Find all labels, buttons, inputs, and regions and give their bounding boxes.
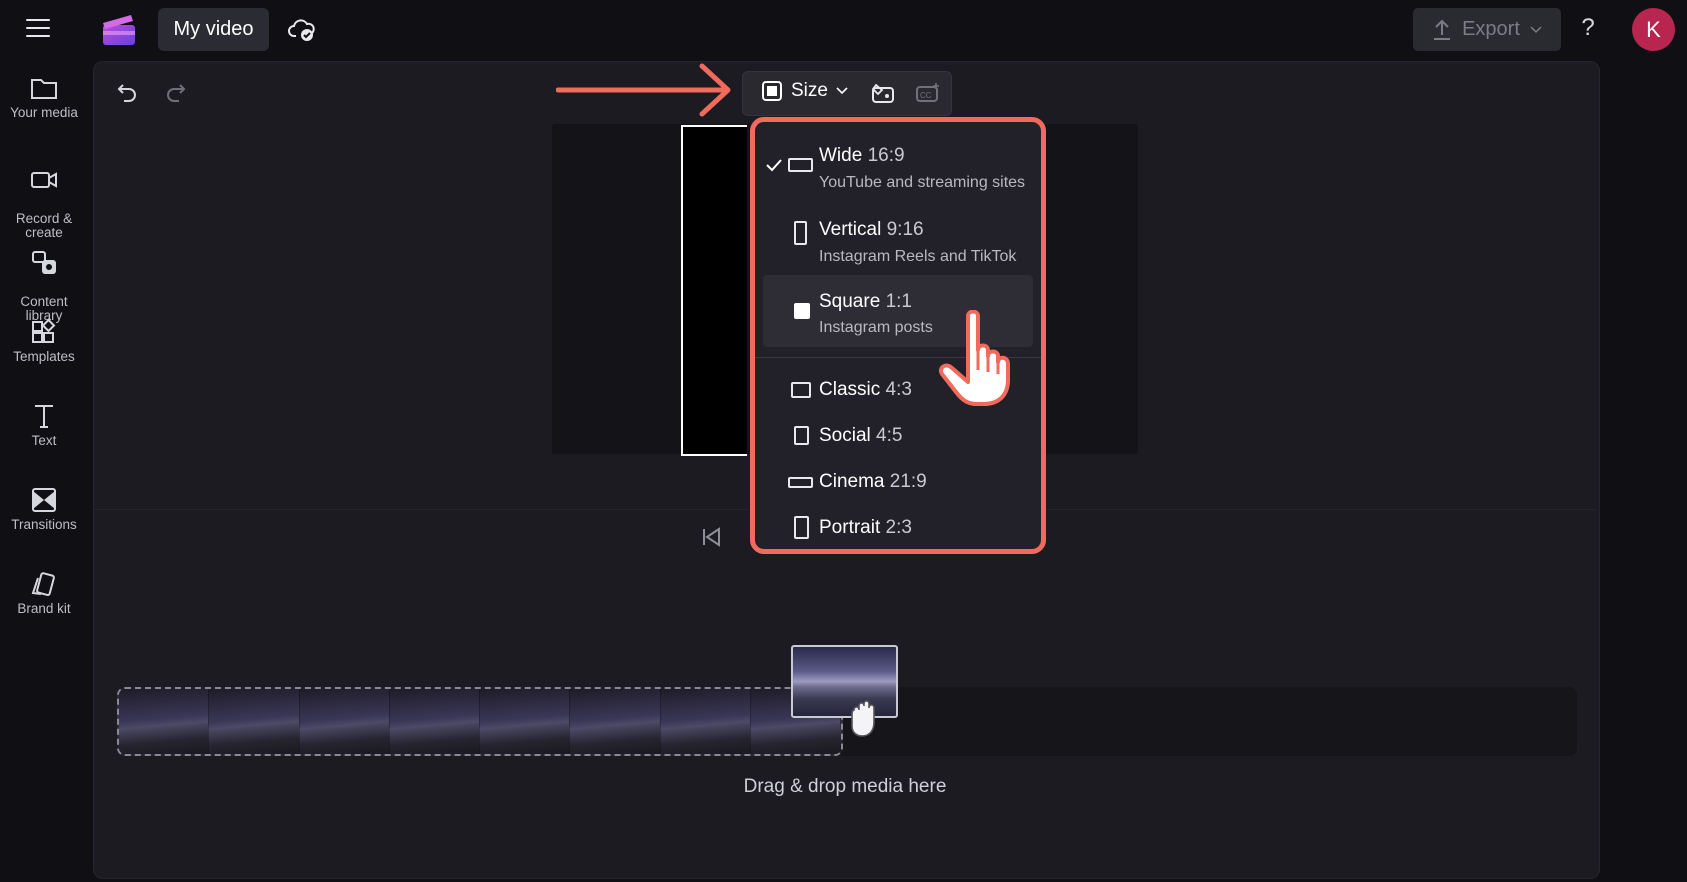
option-ratio: 9:16	[886, 219, 924, 240]
option-ratio: 2:3	[885, 517, 912, 538]
text-icon	[35, 405, 53, 428]
square-ratio-icon	[794, 303, 810, 319]
top-bar: My video Export ? K	[0, 0, 1687, 60]
option-description: Instagram posts	[819, 319, 933, 336]
svg-text:CC: CC	[920, 91, 932, 100]
folder-icon	[31, 79, 57, 99]
grab-hand-icon	[851, 700, 875, 737]
video-canvas	[681, 125, 747, 456]
arrow-annotation-icon	[556, 63, 731, 117]
sidebar-item-content-library[interactable]: Content library	[0, 235, 88, 323]
sidebar-item-templates[interactable]: Templates	[0, 318, 88, 364]
option-name: Portrait	[819, 517, 881, 538]
option-name: Cinema	[819, 471, 885, 492]
skip-back-icon[interactable]	[699, 525, 723, 549]
media-drop-zone[interactable]	[117, 687, 843, 756]
help-button[interactable]: ?	[1578, 14, 1598, 42]
option-ratio: 1:1	[885, 291, 912, 312]
camera-icon	[31, 172, 57, 188]
checkmark-icon	[766, 159, 782, 172]
portrait-ratio-icon	[794, 516, 809, 539]
option-name: Square	[819, 291, 881, 312]
sidebar-item-record-create[interactable]: Record & create	[0, 152, 88, 240]
social-ratio-icon	[794, 426, 809, 445]
library-icon	[32, 251, 56, 274]
templates-icon	[32, 318, 56, 343]
sidebar-item-label: Brand kit	[17, 601, 71, 616]
upload-icon	[1434, 19, 1451, 40]
sidebar-item-your-media[interactable]: Your media	[0, 74, 88, 120]
option-name: Vertical	[819, 219, 882, 240]
undo-icon[interactable]	[115, 80, 139, 104]
option-ratio: 4:5	[876, 425, 903, 446]
export-button[interactable]: Export	[1413, 8, 1561, 51]
wide-ratio-icon	[788, 158, 813, 172]
size-option-portrait[interactable]: Portrait 2:3	[755, 505, 1041, 549]
sidebar-item-text[interactable]: Text	[0, 402, 88, 448]
sidebar-item-label: Text	[31, 433, 57, 448]
pointer-hand-icon	[939, 310, 1010, 406]
project-title-button[interactable]: My video	[158, 8, 269, 51]
export-label: Export	[1462, 18, 1520, 40]
aspect-ratio-icon	[762, 81, 782, 101]
drop-zone-label: Drag & drop media here	[743, 776, 947, 797]
cloud-sync-icon[interactable]	[288, 16, 316, 44]
sidebar-item-label: Templates	[13, 349, 75, 364]
size-label: Size	[791, 80, 828, 101]
size-option-social[interactable]: Social 4:5	[755, 413, 1041, 457]
option-name: Wide	[819, 145, 863, 166]
option-description: YouTube and streaming sites	[819, 174, 1026, 191]
sidebar-item-transitions[interactable]: Transitions	[0, 486, 88, 532]
option-ratio: 21:9	[889, 471, 927, 492]
background-fill-icon[interactable]	[870, 81, 896, 105]
option-description: Instagram Reels and TikTok	[819, 248, 1017, 265]
redo-icon[interactable]	[164, 80, 188, 104]
transitions-icon	[32, 488, 56, 512]
sidebar-item-label: Transitions	[11, 517, 77, 532]
clipchamp-logo-icon	[103, 15, 135, 45]
clip-frames	[119, 689, 841, 754]
chevron-down-icon	[1530, 25, 1542, 33]
vertical-ratio-icon	[794, 221, 807, 245]
captions-icon[interactable]: CC	[915, 81, 941, 105]
avatar[interactable]: K	[1632, 8, 1675, 51]
option-name: Classic	[819, 379, 881, 400]
brand-kit-icon	[31, 572, 55, 597]
size-option-cinema[interactable]: Cinema 21:9	[755, 459, 1041, 503]
classic-ratio-icon	[791, 382, 811, 398]
option-ratio: 16:9	[867, 145, 905, 166]
sidebar-item-label: Your media	[10, 105, 78, 120]
menu-icon[interactable]	[26, 19, 50, 39]
option-name: Social	[819, 425, 871, 446]
size-option-wide[interactable]: Wide 16:9 YouTube and streaming sites	[755, 122, 1041, 196]
option-ratio: 4:3	[885, 379, 912, 400]
preview-toolbar: Size CC	[742, 71, 952, 116]
chevron-down-icon	[836, 87, 848, 95]
cinema-ratio-icon	[788, 477, 813, 488]
sidebar: Your media Record & create Content libra…	[0, 60, 88, 882]
sidebar-item-brand-kit[interactable]: Brand kit	[0, 570, 88, 616]
size-button[interactable]: Size	[761, 80, 848, 102]
size-option-vertical[interactable]: Vertical 9:16 Instagram Reels and TikTok	[755, 197, 1041, 271]
